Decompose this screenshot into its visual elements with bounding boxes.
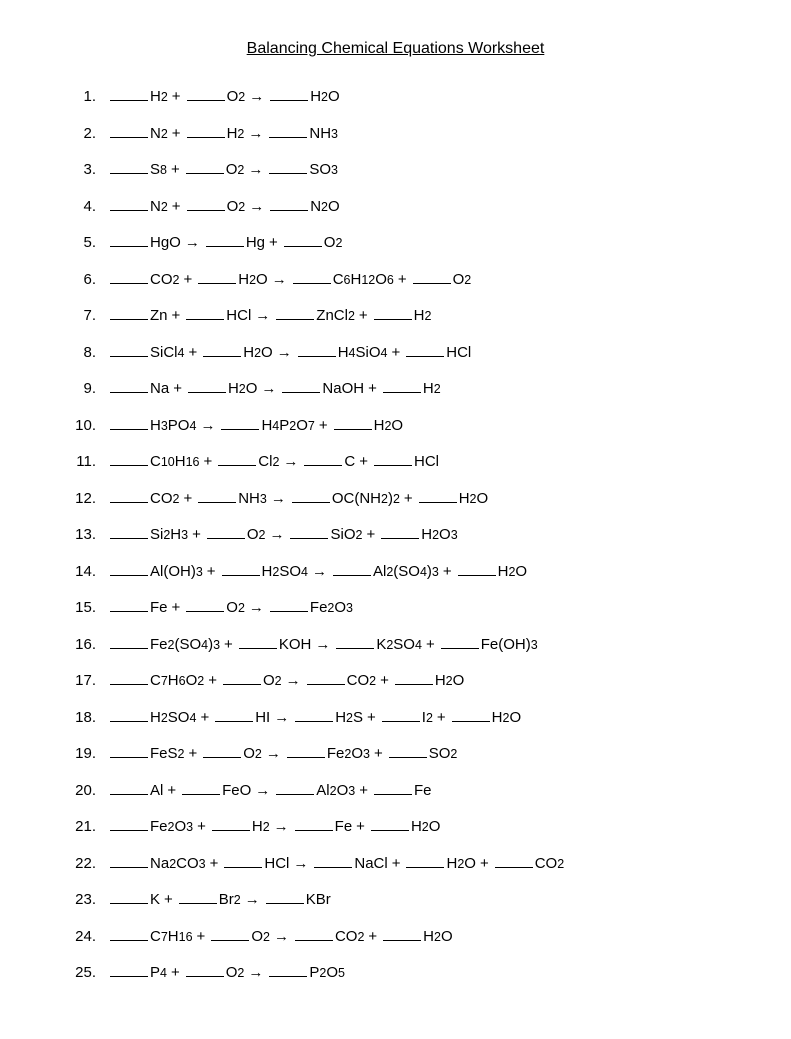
equation-content: FeS2 + O2 → Fe2O3 + SO2 (108, 743, 457, 766)
equation-row: 12. CO2 + NH3 → OC(NH2)2 + H2O (60, 488, 731, 511)
equation-row: 5. HgO → Hg + O2 (60, 232, 731, 255)
equation-row: 17. C7H6O2 + O2 → CO2 + H2O (60, 670, 731, 693)
equation-number: 1. (60, 86, 108, 109)
equation-row: 23. K + Br2 → KBr (60, 889, 731, 912)
equation-number: 21. (60, 816, 108, 839)
equation-number: 12. (60, 488, 108, 511)
equation-row: 25. P4 + O2 → P2O5 (60, 962, 731, 985)
equation-row: 8. SiCl4 + H2O → H4SiO4 + HCl (60, 342, 731, 365)
equation-row: 18. H2SO4 + HI → H2S + I2 + H2O (60, 707, 731, 730)
equation-row: 10. H3PO4 → H4P2O7 + H2O (60, 415, 731, 438)
equation-row: 14. Al(OH)3 + H2SO4 → Al2(SO4)3 + H2O (60, 561, 731, 584)
equation-content: C7H16 + O2 → CO2 + H2O (108, 926, 453, 949)
equation-number: 9. (60, 378, 108, 401)
equation-content: Al + FeO → Al2O3 + Fe (108, 780, 432, 803)
equation-row: 13. Si2H3 + O2 → SiO2 + H2O3 (60, 524, 731, 547)
equation-number: 24. (60, 926, 108, 949)
equation-row: 1. H2 + O2 → H2O (60, 86, 731, 109)
equation-number: 18. (60, 707, 108, 730)
equation-row: 24. C7H16 + O2 → CO2 + H2O (60, 926, 731, 949)
equation-content: Na2CO3 + HCl → NaCl + H2O + CO2 (108, 853, 564, 876)
equation-number: 20. (60, 780, 108, 803)
equation-content: Fe2(SO4)3 + KOH → K2SO4 + Fe(OH)3 (108, 634, 538, 657)
equation-content: Al(OH)3 + H2SO4 → Al2(SO4)3 + H2O (108, 561, 527, 584)
equation-content: P4 + O2 → P2O5 (108, 962, 345, 985)
equation-content: Si2H3 + O2 → SiO2 + H2O3 (108, 524, 458, 547)
equation-row: 19. FeS2 + O2 → Fe2O3 + SO2 (60, 743, 731, 766)
equation-content: C10H16 + Cl2 → C + HCl (108, 451, 439, 474)
equation-number: 19. (60, 743, 108, 766)
equation-content: K + Br2 → KBr (108, 889, 331, 912)
equation-content: Zn + HCl → ZnCl2 + H2 (108, 305, 431, 328)
equation-content: SiCl4 + H2O → H4SiO4 + HCl (108, 342, 471, 365)
equation-number: 13. (60, 524, 108, 547)
equation-row: 16. Fe2(SO4)3 + KOH → K2SO4 + Fe(OH)3 (60, 634, 731, 657)
equation-row: 3. S8 + O2 → SO3 (60, 159, 731, 182)
equation-number: 2. (60, 123, 108, 146)
equation-number: 4. (60, 196, 108, 219)
equation-content: CO2 + NH3 → OC(NH2)2 + H2O (108, 488, 488, 511)
equation-number: 3. (60, 159, 108, 182)
page-title: Balancing Chemical Equations Worksheet (60, 40, 731, 58)
equation-number: 6. (60, 269, 108, 292)
equation-number: 23. (60, 889, 108, 912)
equation-content: S8 + O2 → SO3 (108, 159, 338, 182)
equation-row: 2. N2 + H2 → NH3 (60, 123, 731, 146)
equation-row: 4. N2 + O2 → N2O (60, 196, 731, 219)
equation-row: 11. C10H16 + Cl2 → C + HCl (60, 451, 731, 474)
equation-row: 22. Na2CO3 + HCl → NaCl + H2O + CO2 (60, 853, 731, 876)
equation-number: 10. (60, 415, 108, 438)
equation-number: 16. (60, 634, 108, 657)
equation-row: 15. Fe + O2 → Fe2O3 (60, 597, 731, 620)
equation-content: C7H6O2 + O2 → CO2 + H2O (108, 670, 464, 693)
equation-number: 22. (60, 853, 108, 876)
equation-number: 11. (60, 451, 108, 474)
equation-content: HgO → Hg + O2 (108, 232, 342, 255)
equation-number: 14. (60, 561, 108, 584)
equation-content: N2 + O2 → N2O (108, 196, 340, 219)
equation-number: 7. (60, 305, 108, 328)
equation-number: 25. (60, 962, 108, 985)
equation-row: 20. Al + FeO → Al2O3 + Fe (60, 780, 731, 803)
equation-content: Fe + O2 → Fe2O3 (108, 597, 353, 620)
equation-list: 1. H2 + O2 → H2O2. N2 + H2 → NH33. S8 + … (60, 86, 731, 985)
equation-content: H3PO4 → H4P2O7 + H2O (108, 415, 403, 438)
equation-number: 8. (60, 342, 108, 365)
equation-content: CO2 + H2O → C6H12O6 + O2 (108, 269, 471, 292)
equation-content: Na + H2O → NaOH + H2 (108, 378, 441, 401)
equation-content: Fe2O3 + H2 → Fe + H2O (108, 816, 440, 839)
equation-number: 17. (60, 670, 108, 693)
equation-content: H2 + O2 → H2O (108, 86, 340, 109)
equation-content: H2SO4 + HI → H2S + I2 + H2O (108, 707, 521, 730)
equation-row: 6. CO2 + H2O → C6H12O6 + O2 (60, 269, 731, 292)
equation-row: 7. Zn + HCl → ZnCl2 + H2 (60, 305, 731, 328)
equation-row: 9. Na + H2O → NaOH + H2 (60, 378, 731, 401)
equation-number: 15. (60, 597, 108, 620)
equation-content: N2 + H2 → NH3 (108, 123, 338, 146)
equation-row: 21. Fe2O3 + H2 → Fe + H2O (60, 816, 731, 839)
equation-number: 5. (60, 232, 108, 255)
